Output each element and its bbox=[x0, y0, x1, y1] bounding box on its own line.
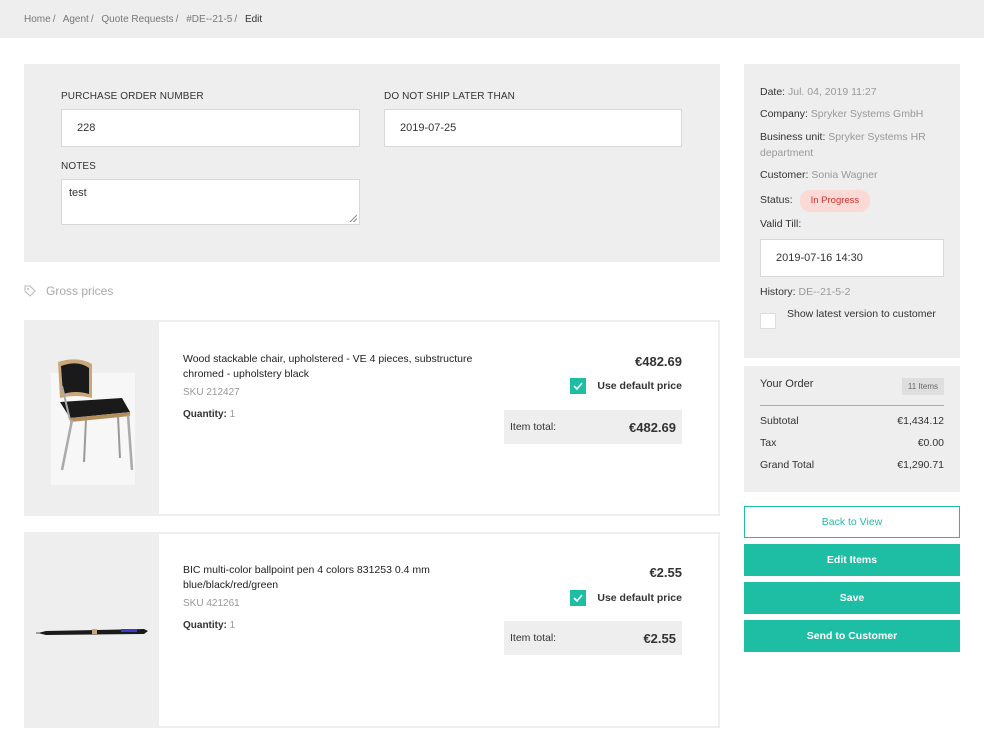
notes-label: NOTES bbox=[61, 161, 96, 172]
checkbox-checked-icon[interactable] bbox=[570, 590, 587, 606]
item-total-box: Item total: €2.55 bbox=[504, 621, 682, 655]
item-name[interactable]: Wood stackable chair, upholstered - VE 4… bbox=[183, 352, 483, 382]
pen-image bbox=[36, 629, 148, 635]
save-button[interactable]: Save bbox=[744, 582, 960, 614]
tax-value: €0.00 bbox=[917, 437, 944, 449]
customer-label: Customer: bbox=[760, 169, 809, 181]
company-label: Company: bbox=[760, 108, 808, 120]
quantity-value: 1 bbox=[229, 620, 236, 631]
item-name[interactable]: BIC multi-color ballpoint pen 4 colors 8… bbox=[183, 563, 483, 593]
info-date: Date: Jul. 04, 2019 11:27 bbox=[760, 84, 948, 100]
subtotal-value: €1,434.12 bbox=[897, 415, 944, 427]
subtotal-label: Subtotal bbox=[760, 415, 799, 427]
use-default-price-label: Use default price bbox=[597, 380, 682, 392]
history-link[interactable]: DE--21-5-2 bbox=[799, 286, 851, 298]
notes-text: test bbox=[69, 187, 87, 199]
price-tag-icon bbox=[24, 285, 36, 297]
history-label: History: bbox=[760, 286, 796, 298]
notes-textarea[interactable]: test bbox=[61, 179, 360, 225]
item-price: €482.69 bbox=[635, 354, 682, 369]
item-total-box: Item total: €482.69 bbox=[504, 410, 682, 444]
item-total-value: €2.55 bbox=[643, 630, 676, 646]
item-total-label: Item total: bbox=[510, 421, 557, 433]
info-customer: Customer: Sonia Wagner bbox=[760, 167, 948, 183]
breadcrumb: Home / Agent / Quote Requests / #DE--21-5/ … bbox=[24, 14, 263, 25]
breadcrumb-agent[interactable]: Agent bbox=[63, 14, 89, 25]
top-bar: Home / Agent / Quote Requests / #DE--21-5/ … bbox=[0, 0, 984, 38]
subtotal-row: Subtotal €1,434.12 bbox=[760, 415, 944, 427]
order-summary: Your Order 11 Items Subtotal €1,434.12 T… bbox=[744, 366, 960, 492]
date-value: Jul. 04, 2019 11:27 bbox=[788, 86, 877, 98]
use-default-price-label: Use default price bbox=[597, 592, 682, 604]
company-value: Spryker Systems GmbH bbox=[810, 108, 924, 120]
checkbox-checked-icon[interactable] bbox=[570, 378, 587, 394]
info-business-unit: Business unit: Spryker Systems HR depart… bbox=[760, 129, 948, 161]
breadcrumb-home[interactable]: Home bbox=[24, 14, 51, 25]
show-latest-label[interactable]: Show latest version to customer bbox=[787, 306, 937, 322]
grand-total-label: Grand Total bbox=[760, 459, 815, 471]
use-default-price[interactable]: Use default price bbox=[570, 590, 682, 606]
date-label: Date: bbox=[760, 86, 786, 98]
breadcrumb-current: Edit bbox=[244, 14, 263, 25]
item-thumbnail bbox=[26, 322, 159, 514]
info-status: Status: In Progress bbox=[760, 190, 948, 212]
customer-value: Sonia Wagner bbox=[811, 169, 878, 181]
use-default-price[interactable]: Use default price bbox=[570, 378, 682, 394]
resize-grip-icon[interactable] bbox=[349, 214, 357, 222]
back-to-view-button[interactable]: Back to View bbox=[744, 506, 960, 538]
item-thumbnail bbox=[26, 534, 159, 726]
po-number-label: PURCHASE ORDER NUMBER bbox=[61, 91, 204, 102]
order-title: Your Order bbox=[760, 378, 814, 390]
quantity-label: Quantity: bbox=[183, 620, 227, 631]
valid-till-input[interactable]: 2019-07-16 14:30 bbox=[760, 239, 944, 277]
quantity-value: 1 bbox=[229, 409, 236, 420]
item-count-badge: 11 Items bbox=[901, 378, 944, 395]
quote-item-card: BIC multi-color ballpoint pen 4 colors 8… bbox=[24, 532, 720, 728]
send-to-customer-button[interactable]: Send to Customer bbox=[744, 620, 960, 652]
breadcrumb-quote-id[interactable]: #DE--21-5 bbox=[186, 14, 232, 25]
item-total-label: Item total: bbox=[510, 632, 557, 644]
chair-image bbox=[51, 359, 135, 485]
item-total-value: €482.69 bbox=[629, 419, 676, 435]
ship-date-label: DO NOT SHIP LATER THAN bbox=[384, 91, 515, 102]
info-history: History: DE--21-5-2 bbox=[760, 284, 948, 300]
edit-items-button[interactable]: Edit Items bbox=[744, 544, 960, 576]
status-badge: In Progress bbox=[799, 190, 871, 212]
po-number-input[interactable]: 228 bbox=[61, 109, 360, 147]
breadcrumb-quote-requests[interactable]: Quote Requests bbox=[101, 14, 173, 25]
item-sku: SKU 421261 bbox=[183, 598, 240, 609]
quote-item-card: Wood stackable chair, upholstered - VE 4… bbox=[24, 320, 720, 516]
quote-form-panel: PURCHASE ORDER NUMBER 228 DO NOT SHIP LA… bbox=[24, 64, 720, 262]
grand-total-value: €1,290.71 bbox=[897, 459, 944, 471]
divider bbox=[760, 405, 944, 406]
status-label: Status: bbox=[760, 194, 793, 206]
gross-prices: Gross prices bbox=[24, 284, 113, 298]
info-company: Company: Spryker Systems GmbH bbox=[760, 106, 948, 122]
item-quantity: Quantity: 1 bbox=[183, 620, 235, 631]
tax-label: Tax bbox=[760, 437, 777, 449]
grand-total-row: Grand Total €1,290.71 bbox=[760, 459, 944, 471]
ship-date-input[interactable]: 2019-07-25 bbox=[384, 109, 682, 147]
quantity-label: Quantity: bbox=[183, 409, 227, 420]
tax-row: Tax €0.00 bbox=[760, 437, 944, 449]
quote-info-panel: Date: Jul. 04, 2019 11:27 Company: Spryk… bbox=[744, 64, 960, 358]
show-latest-checkbox[interactable] bbox=[760, 313, 776, 329]
gross-prices-label: Gross prices bbox=[46, 284, 114, 298]
valid-till-label: Valid Till: bbox=[760, 218, 802, 230]
business-unit-label: Business unit: bbox=[760, 131, 826, 143]
item-quantity: Quantity: 1 bbox=[183, 409, 235, 420]
item-price: €2.55 bbox=[649, 565, 682, 580]
item-sku: SKU 212427 bbox=[183, 387, 240, 398]
